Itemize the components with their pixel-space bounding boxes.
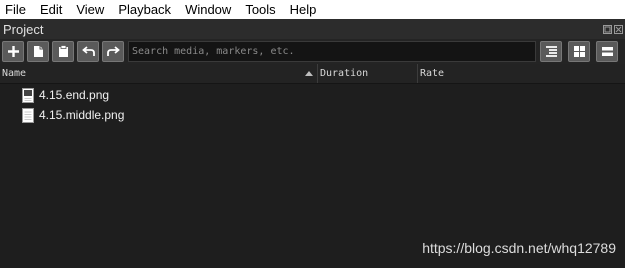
list-view-button[interactable] (540, 41, 562, 62)
undo-button[interactable] (77, 41, 99, 62)
float-panel-button[interactable] (603, 24, 612, 34)
media-list: 4.15.end.png 4.15.middle.png (0, 85, 625, 125)
detail-view-icon (601, 47, 613, 56)
column-header-name[interactable]: Name (0, 64, 318, 83)
detail-view-button[interactable] (596, 41, 618, 62)
grid-view-icon (573, 46, 585, 57)
image-file-icon (22, 107, 34, 123)
add-icon (7, 46, 19, 57)
menu-help[interactable]: Help (284, 0, 325, 19)
column-header-rate[interactable]: Rate (418, 64, 625, 83)
panel-title: Project (3, 21, 44, 37)
undo-icon (81, 46, 95, 56)
list-view-icon (545, 46, 557, 57)
table-header: Name Duration Rate (0, 64, 625, 84)
view-mode-buttons (540, 41, 621, 62)
project-panel-header: Project (0, 19, 625, 39)
table-row[interactable]: 4.15.end.png (0, 85, 625, 105)
copy-icon (33, 46, 43, 57)
redo-button[interactable] (102, 41, 124, 62)
menu-view[interactable]: View (70, 0, 112, 19)
menu-playback[interactable]: Playback (112, 0, 179, 19)
paste-icon (58, 45, 68, 57)
paste-button[interactable] (52, 41, 74, 62)
column-duration-label: Duration (320, 68, 369, 79)
column-header-duration[interactable]: Duration (318, 64, 418, 83)
close-icon (615, 26, 622, 32)
add-media-button[interactable] (2, 41, 24, 62)
column-rate-label: Rate (420, 68, 445, 79)
table-row[interactable]: 4.15.middle.png (0, 105, 625, 125)
close-panel-button[interactable] (614, 24, 623, 34)
file-name: 4.15.end.png (39, 88, 110, 102)
image-file-icon (22, 87, 34, 103)
menu-tools[interactable]: Tools (239, 0, 283, 19)
project-toolbar: Search media, markers, etc. (0, 39, 625, 64)
menu-edit[interactable]: Edit (34, 0, 70, 19)
sort-ascending-icon (305, 71, 313, 76)
grid-view-button[interactable] (568, 41, 590, 62)
panel-window-controls (603, 24, 625, 34)
search-input[interactable]: Search media, markers, etc. (128, 41, 536, 62)
copy-button[interactable] (27, 41, 49, 62)
menu-file[interactable]: File (0, 0, 34, 19)
menu-window[interactable]: Window (179, 0, 239, 19)
watermark-text: https://blog.csdn.net/whq12789 (422, 240, 616, 256)
redo-icon (106, 46, 120, 56)
column-name-label: Name (2, 68, 27, 79)
float-icon (604, 26, 611, 32)
menu-bar: File Edit View Playback Window Tools Hel… (0, 0, 625, 19)
file-name: 4.15.middle.png (39, 108, 125, 122)
